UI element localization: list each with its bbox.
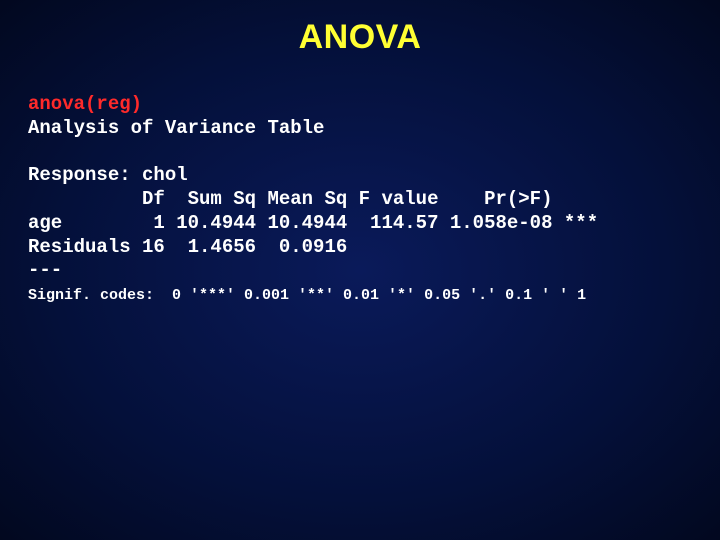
- slide-title: ANOVA: [28, 18, 692, 57]
- response-line: Response: chol: [28, 164, 188, 186]
- signif-codes-line: Signif. codes: 0 '***' 0.001 '**' 0.01 '…: [28, 287, 586, 304]
- separator-dashes: ---: [28, 259, 62, 281]
- slide: ANOVA anova(reg) Analysis of Variance Ta…: [0, 0, 720, 540]
- table-row: age 1 10.4944 10.4944 114.57 1.058e-08 *…: [28, 212, 598, 234]
- table-heading: Analysis of Variance Table: [28, 117, 324, 139]
- header-row: Df Sum Sq Mean Sq F value Pr(>F): [28, 188, 553, 210]
- table-row: Residuals 16 1.4656 0.0916: [28, 236, 347, 258]
- r-command: anova(reg): [28, 93, 142, 115]
- anova-output-block: anova(reg) Analysis of Variance Table Re…: [28, 93, 692, 307]
